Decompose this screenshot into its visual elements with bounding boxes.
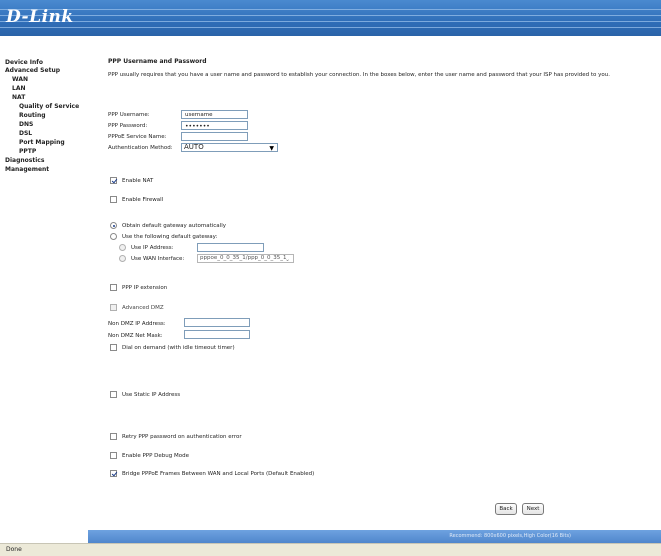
sidebar-item-diagnostics[interactable]: Diagnostics xyxy=(5,157,44,164)
header-banner: D-Link xyxy=(0,0,661,36)
gateway-manual-label: Use the following default gateway: xyxy=(122,234,218,240)
non-dmz-mask-input[interactable] xyxy=(184,330,250,339)
pppoe-service-label: PPPoE Service Name: xyxy=(108,134,167,140)
ppp-ip-extension-label: PPP IP extension xyxy=(122,285,168,291)
wan-interface-value: pppoe_0_0_35_1/ppp_0_0_35_1 xyxy=(200,255,287,261)
sidebar-item-device-info[interactable]: Device Info xyxy=(5,59,43,66)
status-text: Done xyxy=(6,546,22,553)
gateway-auto-label: Obtain default gateway automatically xyxy=(122,223,226,229)
ppp-ip-extension-checkbox[interactable] xyxy=(110,284,117,291)
enable-nat-checkbox[interactable] xyxy=(110,177,117,184)
use-wan-radio[interactable] xyxy=(119,255,126,262)
use-ip-label: Use IP Address: xyxy=(131,245,174,251)
ppp-username-label: PPP Username: xyxy=(108,112,150,118)
non-dmz-mask-label: Non DMZ Net Mask: xyxy=(108,333,163,339)
auth-method-label: Authentication Method: xyxy=(108,145,173,151)
sidebar-item-dns[interactable]: DNS xyxy=(19,121,33,128)
dial-on-demand-label: Dial on demand (with idle timeout timer) xyxy=(122,345,235,351)
ppp-debug-label: Enable PPP Debug Mode xyxy=(122,453,190,459)
sidebar-item-lan[interactable]: LAN xyxy=(12,85,26,92)
bridge-pppoe-label: Bridge PPPoE Frames Between WAN and Loca… xyxy=(122,471,315,477)
pppoe-service-input[interactable] xyxy=(181,132,248,141)
page-title: PPP Username and Password xyxy=(108,58,207,65)
sidebar-item-advanced-setup[interactable]: Advanced Setup xyxy=(5,67,60,74)
static-ip-label: Use Static IP Address xyxy=(122,392,181,398)
sidebar-item-dsl[interactable]: DSL xyxy=(19,130,32,137)
footer-left-spacer xyxy=(0,530,88,543)
sidebar-item-qos[interactable]: Quality of Service xyxy=(19,103,79,110)
sidebar-item-port-mapping[interactable]: Port Mapping xyxy=(19,139,65,146)
ppp-debug-checkbox[interactable] xyxy=(110,452,117,459)
sidebar-nav: Device Info Advanced Setup WAN LAN NAT Q… xyxy=(0,36,88,530)
gateway-auto-radio[interactable] xyxy=(110,222,117,229)
page-description: PPP usually requires that you have a use… xyxy=(108,72,611,78)
use-ip-radio[interactable] xyxy=(119,244,126,251)
next-button[interactable]: Next xyxy=(522,503,544,515)
auth-method-select[interactable]: AUTO ▼ xyxy=(181,143,278,152)
ppp-username-input[interactable]: username xyxy=(181,110,248,119)
footer-recommend-text: Recommend: 800x600 pixels,High Color(16 … xyxy=(449,533,571,539)
enable-firewall-checkbox[interactable] xyxy=(110,196,117,203)
sidebar-item-nat[interactable]: NAT xyxy=(12,94,25,101)
dlink-logo: D-Link xyxy=(6,7,74,27)
ppp-password-label: PPP Password: xyxy=(108,123,148,129)
browser-status-bar: Done xyxy=(0,543,661,556)
static-ip-checkbox[interactable] xyxy=(110,391,117,398)
gateway-ip-input[interactable] xyxy=(197,243,264,252)
gateway-manual-radio[interactable] xyxy=(110,233,117,240)
sidebar-item-management[interactable]: Management xyxy=(5,166,49,173)
sidebar-item-pptp[interactable]: PPTP xyxy=(19,148,36,155)
non-dmz-ip-input[interactable] xyxy=(184,318,250,327)
advanced-dmz-label: Advanced DMZ xyxy=(122,305,164,311)
enable-firewall-label: Enable Firewall xyxy=(122,197,164,203)
bridge-pppoe-checkbox[interactable] xyxy=(110,470,117,477)
sidebar-item-routing[interactable]: Routing xyxy=(19,112,46,119)
dial-on-demand-checkbox[interactable] xyxy=(110,344,117,351)
dropdown-arrow-icon: ▼ xyxy=(269,145,274,152)
non-dmz-ip-label: Non DMZ IP Address: xyxy=(108,321,166,327)
advanced-dmz-checkbox[interactable] xyxy=(110,304,117,311)
retry-ppp-label: Retry PPP password on authentication err… xyxy=(122,434,242,440)
ppp-password-input[interactable]: ••••••• xyxy=(181,121,248,130)
wan-interface-select[interactable]: pppoe_0_0_35_1/ppp_0_0_35_1 ⌄ xyxy=(197,254,294,263)
sidebar-item-wan[interactable]: WAN xyxy=(12,76,28,83)
back-button[interactable]: Back xyxy=(495,503,517,515)
auth-method-value: AUTO xyxy=(184,143,204,151)
enable-nat-label: Enable NAT xyxy=(122,178,154,184)
retry-ppp-checkbox[interactable] xyxy=(110,433,117,440)
use-wan-label: Use WAN Interface: xyxy=(131,256,185,262)
dropdown-arrow-icon: ⌄ xyxy=(284,256,290,263)
footer-bar: Recommend: 800x600 pixels,High Color(16 … xyxy=(88,530,661,543)
main-content: PPP Username and Password PPP usually re… xyxy=(88,36,661,530)
